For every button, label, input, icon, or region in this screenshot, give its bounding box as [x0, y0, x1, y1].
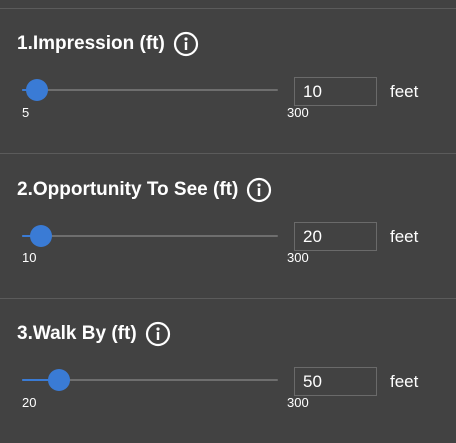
walk-by-slider[interactable]	[22, 368, 278, 392]
opportunity-to-see-title: 2.Opportunity To See (ft)	[17, 179, 239, 200]
info-circle-icon[interactable]	[145, 321, 171, 347]
opportunity-to-see-slider[interactable]	[22, 224, 278, 248]
slider-max-label: 300	[287, 250, 309, 265]
slider-thumb[interactable]	[30, 225, 53, 247]
impression-section: 1.Impression (ft) 5 300 feet	[0, 9, 456, 153]
walk-by-title: 3.Walk By (ft)	[17, 323, 137, 344]
slider-max-label: 300	[287, 105, 309, 120]
walk-by-section: 3.Walk By (ft) 20 300 feet	[0, 299, 456, 443]
slider-min-label: 10	[22, 250, 37, 265]
unit-label: feet	[390, 372, 419, 391]
slider-thumb[interactable]	[26, 79, 49, 101]
info-circle-icon[interactable]	[246, 177, 272, 203]
section-heading: 1.Impression (ft)	[17, 31, 199, 57]
slider-min-label: 5	[22, 105, 30, 120]
section-heading: 3.Walk By (ft)	[17, 321, 171, 347]
unit-label: feet	[390, 82, 419, 101]
opportunity-to-see-value-input[interactable]	[294, 222, 377, 251]
opportunity-to-see-section: 2.Opportunity To See (ft) 10 300 feet	[0, 154, 456, 298]
slider-max-label: 300	[287, 395, 309, 410]
slider-thumb[interactable]	[48, 369, 71, 391]
settings-panel: 1.Impression (ft) 5 300 feet 2.Opportuni…	[0, 0, 456, 440]
impression-slider[interactable]	[22, 78, 278, 102]
slider-min-label: 20	[22, 395, 37, 410]
slider-track	[22, 89, 278, 91]
section-heading: 2.Opportunity To See (ft)	[17, 177, 272, 203]
info-circle-icon[interactable]	[173, 31, 199, 57]
impression-value-input[interactable]	[294, 77, 377, 106]
impression-title: 1.Impression (ft)	[17, 33, 165, 54]
unit-label: feet	[390, 227, 419, 246]
slider-track	[22, 235, 278, 237]
walk-by-value-input[interactable]	[294, 367, 377, 396]
